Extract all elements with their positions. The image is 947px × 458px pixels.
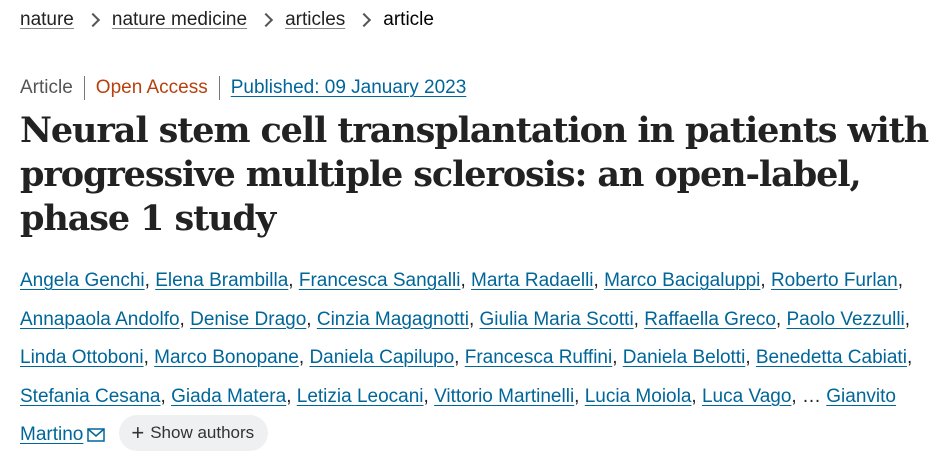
- author-separator: ,: [423, 385, 435, 407]
- breadcrumb-item-nature[interactable]: nature: [20, 8, 74, 32]
- author-link[interactable]: Giulia Maria Scotti: [480, 309, 634, 330]
- author-separator: ,: [144, 270, 156, 291]
- author-link[interactable]: Roberto Furlan: [771, 270, 898, 291]
- plus-icon: +: [131, 419, 145, 445]
- author-link[interactable]: Elena Brambilla: [155, 270, 288, 291]
- author-separator: ,: [460, 270, 472, 291]
- meta-divider: [218, 76, 220, 100]
- author-link[interactable]: Vittorio Martinelli: [434, 386, 574, 407]
- author-link[interactable]: Luca Vago: [702, 386, 791, 407]
- published-date-link[interactable]: Published: 09 January 2023: [231, 76, 467, 100]
- author-link[interactable]: Cinzia Magagnotti: [317, 309, 469, 330]
- mail-icon[interactable]: [87, 418, 106, 457]
- breadcrumb: nature nature medicine articles article: [20, 8, 434, 32]
- author-link[interactable]: Giada Matera: [171, 386, 286, 407]
- author-separator: ,: [906, 347, 913, 368]
- article-meta: Article Open Access Published: 09 Januar…: [20, 76, 466, 100]
- meta-divider: [83, 76, 85, 100]
- author-separator: ,: [633, 308, 645, 330]
- author-link[interactable]: Linda Ottoboni: [20, 347, 144, 368]
- chevron-right-icon: [85, 12, 100, 28]
- author-link[interactable]: Stefania Cesana: [20, 386, 161, 407]
- author-separator: ,: [760, 270, 771, 291]
- show-authors-button[interactable]: + Show authors: [119, 414, 269, 451]
- author-separator: ,: [691, 385, 702, 407]
- author-separator: ,: [143, 347, 155, 368]
- author-separator: ,: [897, 270, 903, 291]
- author-separator: ,: [468, 308, 480, 330]
- author-ellipsis: …: [801, 385, 821, 407]
- author-separator: ,: [179, 308, 191, 330]
- chevron-right-icon: [259, 12, 274, 28]
- breadcrumb-item-articles[interactable]: articles: [285, 8, 345, 32]
- breadcrumb-item-nature-medicine[interactable]: nature medicine: [112, 8, 247, 32]
- author-separator: ,: [612, 347, 623, 368]
- author-link[interactable]: Angela Genchi: [20, 270, 145, 291]
- article-title: Neural stem cell transplantation in pati…: [20, 110, 929, 239]
- author-link[interactable]: Paolo Vezzulli: [786, 309, 904, 330]
- author-link[interactable]: Francesca Sangalli: [299, 270, 461, 291]
- author-link[interactable]: Marco Bacigaluppi: [604, 270, 760, 291]
- author-separator: ,: [298, 347, 310, 368]
- author-link[interactable]: Daniela Capilupo: [309, 347, 454, 368]
- breadcrumb-current: article: [383, 9, 434, 30]
- author-separator: ,: [286, 385, 297, 407]
- author-link[interactable]: Raffaella Greco: [644, 309, 776, 330]
- chevron-right-icon: [357, 12, 372, 28]
- author-separator: ,: [160, 385, 172, 407]
- author-link[interactable]: Benedetta Cabiati: [756, 347, 907, 368]
- author-separator: ,: [306, 308, 317, 330]
- author-separator: ,: [775, 308, 787, 330]
- author-list: Angela Genchi, Elena Brambilla, Francesc…: [20, 262, 945, 457]
- author-link[interactable]: Lucia Moiola: [585, 386, 692, 407]
- show-authors-label: Show authors: [150, 422, 255, 442]
- open-access-label: Open Access: [95, 77, 208, 98]
- author-separator: ,: [791, 385, 802, 407]
- author-separator: ,: [454, 347, 465, 368]
- author-link[interactable]: Marco Bonopane: [154, 347, 299, 368]
- author-link[interactable]: Marta Radaelli: [471, 270, 594, 291]
- author-link[interactable]: Letizia Leocani: [297, 386, 424, 407]
- article-type: Article: [20, 77, 73, 98]
- author-separator: ,: [593, 270, 605, 291]
- author-link[interactable]: Annapaola Andolfo: [20, 309, 180, 330]
- author-separator: ,: [574, 385, 585, 407]
- author-separator: ,: [288, 270, 299, 291]
- author-link[interactable]: Francesca Ruffini: [465, 347, 613, 368]
- author-link[interactable]: Daniela Belotti: [623, 347, 746, 368]
- author-separator: ,: [904, 308, 911, 330]
- author-separator: ,: [745, 347, 756, 368]
- author-link[interactable]: Denise Drago: [190, 309, 306, 330]
